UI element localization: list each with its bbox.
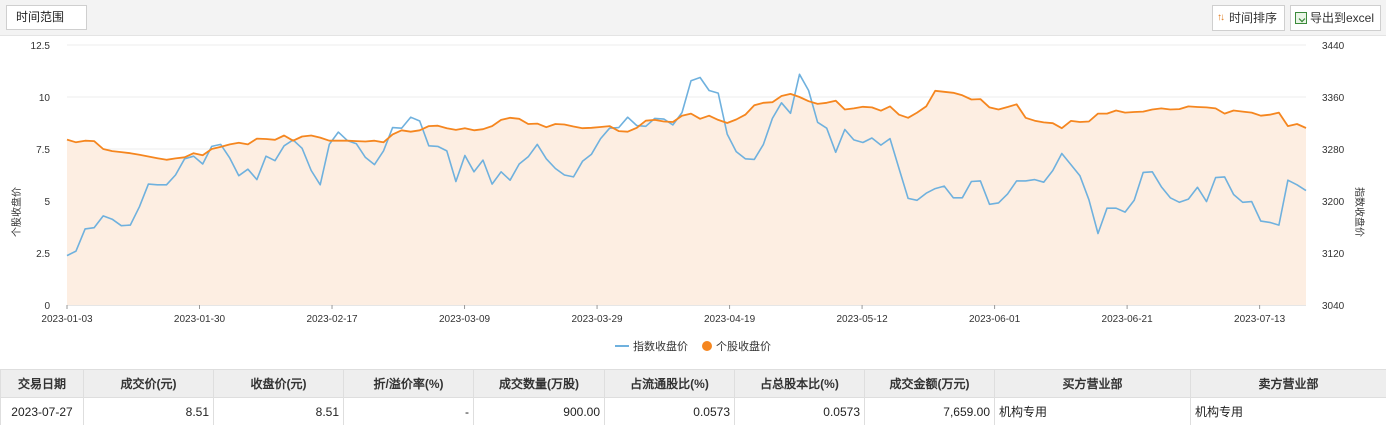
x-tick-label: 2023-04-19 bbox=[704, 314, 756, 325]
cell-total-ratio: 0.0573 bbox=[734, 397, 865, 425]
right-tick-label: 3360 bbox=[1322, 93, 1345, 104]
table-row: 2023-07-27 8.51 8.51 - 900.00 0.0573 0.0… bbox=[0, 397, 1386, 425]
cell-volume: 900.00 bbox=[473, 397, 605, 425]
time-range-button[interactable]: 时间范围 bbox=[6, 5, 87, 30]
chart-legend: 指数收盘价 个股收盘价 bbox=[0, 337, 1386, 355]
cell-deal-price: 8.51 bbox=[83, 397, 214, 425]
right-axis-label: 指数收盘价 bbox=[1353, 187, 1366, 237]
left-axis-ticks: 0 2.5 5 7.5 10 12.5 bbox=[31, 41, 51, 312]
column-header[interactable]: 成交价(元) bbox=[83, 369, 214, 398]
right-tick-label: 3040 bbox=[1322, 301, 1345, 312]
left-tick-label: 5 bbox=[44, 197, 50, 208]
cell-premium-rate: - bbox=[343, 397, 474, 425]
legend-dot-marker bbox=[702, 341, 712, 351]
right-tick-label: 3200 bbox=[1322, 197, 1345, 208]
right-tick-label: 3120 bbox=[1322, 249, 1345, 260]
legend-item-stock[interactable]: 个股收盘价 bbox=[702, 338, 771, 354]
cell-trade-date: 2023-07-27 bbox=[0, 397, 84, 425]
table-header-row: 交易日期 成交价(元) 收盘价(元) 折/溢价率(%) 成交数量(万股) 占流通… bbox=[0, 369, 1386, 398]
time-sort-button[interactable]: ↑↓ 时间排序 bbox=[1212, 5, 1285, 31]
legend-stock-label: 个股收盘价 bbox=[716, 341, 771, 353]
left-tick-label: 2.5 bbox=[36, 249, 50, 260]
legend-item-index[interactable]: 指数收盘价 bbox=[615, 338, 688, 354]
left-tick-label: 7.5 bbox=[36, 145, 50, 156]
price-chart: 2023-01-03 2023-01-30 2023-02-17 2023-03-09… bbox=[10, 41, 1366, 325]
export-excel-label: 导出到excel bbox=[1310, 11, 1375, 25]
cell-buyer: 机构专用 bbox=[994, 397, 1191, 425]
block-trade-table: 交易日期 成交价(元) 收盘价(元) 折/溢价率(%) 成交数量(万股) 占流通… bbox=[0, 369, 1386, 425]
legend-index-label: 指数收盘价 bbox=[633, 341, 688, 353]
x-tick-label: 2023-07-13 bbox=[1234, 314, 1286, 325]
cell-close-price: 8.51 bbox=[213, 397, 344, 425]
column-header[interactable]: 成交金额(万元) bbox=[864, 369, 995, 398]
column-header[interactable]: 占流通股比(%) bbox=[604, 369, 735, 398]
x-tick-label: 2023-06-01 bbox=[969, 314, 1021, 325]
column-header[interactable]: 折/溢价率(%) bbox=[343, 369, 474, 398]
legend-line-marker bbox=[615, 345, 629, 347]
excel-icon bbox=[1295, 12, 1307, 24]
toolbar: 时间范围 ↑↓ 时间排序 导出到excel bbox=[0, 0, 1386, 36]
column-header[interactable]: 买方营业部 bbox=[994, 369, 1191, 398]
x-tick-label: 2023-01-03 bbox=[41, 314, 93, 325]
left-tick-label: 10 bbox=[39, 93, 51, 104]
right-tick-label: 3440 bbox=[1322, 41, 1345, 52]
sort-arrows-icon: ↑↓ bbox=[1217, 12, 1225, 23]
x-axis-ticks: 2023-01-03 2023-01-30 2023-02-17 2023-03-09… bbox=[41, 305, 1286, 325]
cell-amount: 7,659.00 bbox=[864, 397, 995, 425]
column-header[interactable]: 成交数量(万股) bbox=[473, 369, 605, 398]
column-header[interactable]: 占总股本比(%) bbox=[734, 369, 865, 398]
column-header[interactable]: 收盘价(元) bbox=[213, 369, 344, 398]
left-axis-label: 个股收盘价 bbox=[10, 187, 23, 237]
export-excel-button[interactable]: 导出到excel bbox=[1290, 5, 1381, 31]
x-tick-label: 2023-01-30 bbox=[174, 314, 226, 325]
right-axis-ticks: 3040 3120 3200 3280 3360 3440 bbox=[1322, 41, 1345, 312]
cell-float-ratio: 0.0573 bbox=[604, 397, 735, 425]
x-tick-label: 2023-06-21 bbox=[1102, 314, 1154, 325]
cell-seller: 机构专用 bbox=[1190, 397, 1386, 425]
right-tick-label: 3280 bbox=[1322, 145, 1345, 156]
x-tick-label: 2023-05-12 bbox=[837, 314, 889, 325]
time-sort-label: 时间排序 bbox=[1229, 11, 1278, 25]
column-header[interactable]: 卖方营业部 bbox=[1190, 369, 1386, 398]
x-tick-label: 2023-02-17 bbox=[306, 314, 358, 325]
stock-price-area bbox=[67, 90, 1306, 305]
left-tick-label: 12.5 bbox=[31, 41, 51, 52]
x-tick-label: 2023-03-09 bbox=[439, 314, 491, 325]
x-tick-label: 2023-03-29 bbox=[571, 314, 623, 325]
left-tick-label: 0 bbox=[44, 301, 50, 312]
column-header[interactable]: 交易日期 bbox=[0, 369, 84, 398]
